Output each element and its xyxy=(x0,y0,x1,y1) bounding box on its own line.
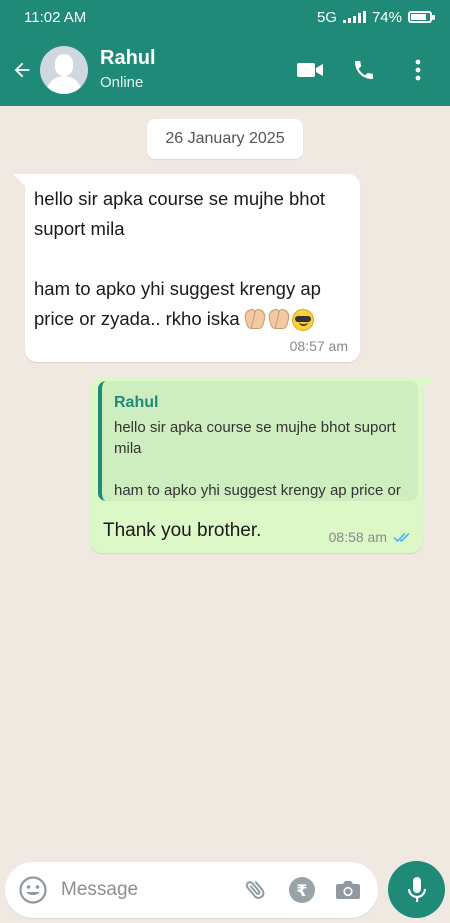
mic-icon xyxy=(407,876,426,902)
message-input[interactable] xyxy=(61,879,221,901)
incoming-message-time: 08:57 am xyxy=(289,338,348,354)
incoming-message[interactable]: hello sir apka course se mujhe bhot supo… xyxy=(13,174,360,362)
sunglasses-face-icon xyxy=(291,309,314,332)
rupee-icon[interactable]: ₹ xyxy=(288,876,316,904)
outgoing-message-text: Thank you brother. xyxy=(103,520,262,541)
chat-area[interactable]: 26 January 2025 hello sir apka course se… xyxy=(0,106,450,856)
battery-icon xyxy=(408,11,435,23)
outgoing-message[interactable]: Rahul hello sir apka course se mujhe bho… xyxy=(90,377,435,553)
quoted-sender: Rahul xyxy=(114,394,159,411)
read-ticks-icon xyxy=(393,532,410,543)
more-options-icon[interactable] xyxy=(400,52,436,88)
quoted-reply[interactable]: Rahul hello sir apka course se mujhe bho… xyxy=(98,381,418,501)
status-bar: 11:02 AM 5G 74% xyxy=(0,0,450,34)
contact-name: Rahul xyxy=(100,47,156,69)
folded-hands-icon xyxy=(268,309,290,329)
outgoing-message-time: 08:58 am xyxy=(328,529,387,545)
attach-icon[interactable] xyxy=(242,876,270,904)
back-arrow-icon[interactable] xyxy=(2,34,42,106)
folded-hands-icon xyxy=(244,309,266,329)
signal-icon xyxy=(342,11,366,23)
status-time: 11:02 AM xyxy=(24,8,87,26)
message-composer: ₹ xyxy=(5,862,378,918)
message-emojis xyxy=(244,309,314,332)
avatar[interactable] xyxy=(40,46,88,94)
mic-button[interactable] xyxy=(388,861,445,918)
chat-header: Rahul Online xyxy=(0,34,450,106)
status-indicators: 5G 74% xyxy=(316,8,435,26)
outgoing-message-meta: 08:58 am xyxy=(329,529,413,545)
contact-info[interactable]: Rahul Online xyxy=(100,46,156,94)
contact-status: Online xyxy=(100,74,144,91)
network-type: 5G xyxy=(316,8,337,26)
voice-call-icon[interactable] xyxy=(346,52,382,88)
battery-percent: 74% xyxy=(371,8,402,26)
quoted-text: hello sir apka course se mujhe bhot supo… xyxy=(114,419,401,499)
camera-icon[interactable] xyxy=(334,876,362,904)
video-call-icon[interactable] xyxy=(292,52,328,88)
date-divider: 26 January 2025 xyxy=(147,119,303,159)
emoji-icon[interactable] xyxy=(5,862,61,918)
incoming-message-text: hello sir apka course se mujhe bhot supo… xyxy=(34,184,350,334)
